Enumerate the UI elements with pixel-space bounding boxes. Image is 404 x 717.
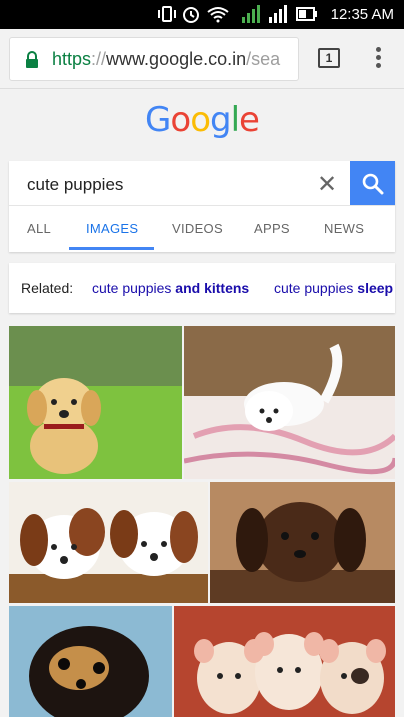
puppy-image xyxy=(9,326,182,479)
puppy-image xyxy=(174,606,395,717)
tab-apps[interactable]: APPS xyxy=(254,221,290,236)
image-result[interactable] xyxy=(184,326,395,479)
related-chip[interactable]: cute puppies sleep xyxy=(274,280,393,296)
lock-icon xyxy=(26,51,38,68)
related-searches: Related: cute puppies and kittens cute p… xyxy=(9,263,395,313)
image-result[interactable] xyxy=(210,482,395,603)
puppy-image xyxy=(9,606,172,717)
alarm-icon xyxy=(183,7,199,23)
url-text: https://www.google.co.in/sea xyxy=(52,49,280,70)
url-scheme: https xyxy=(52,49,92,69)
related-chip[interactable]: cute puppies and kittens xyxy=(92,280,249,296)
active-tab-indicator xyxy=(69,247,154,250)
status-bar: 12:35 AM xyxy=(0,0,404,29)
image-result[interactable] xyxy=(9,326,182,479)
signal-2-icon xyxy=(269,5,287,23)
image-result[interactable] xyxy=(9,606,172,717)
related-chip-text: cute puppies xyxy=(92,280,176,296)
tab-videos[interactable]: VIDEOS xyxy=(172,221,223,236)
vibrate-icon xyxy=(158,6,176,22)
google-logo: Google xyxy=(0,100,404,140)
tab-images[interactable]: IMAGES xyxy=(86,221,138,236)
puppy-image xyxy=(184,326,395,479)
signal-1-icon xyxy=(242,5,260,23)
tab-news[interactable]: NEWS xyxy=(324,221,364,236)
logo-letter: o xyxy=(190,100,211,140)
url-separator: :// xyxy=(91,49,107,69)
logo-letter: G xyxy=(145,100,171,140)
battery-icon xyxy=(296,7,317,21)
image-result[interactable] xyxy=(9,482,208,603)
search-icon xyxy=(362,173,384,195)
browser-toolbar: https://www.google.co.in/sea 1 xyxy=(0,29,404,89)
status-time: 12:35 AM xyxy=(330,6,394,23)
related-label: Related: xyxy=(21,280,74,296)
wifi-icon xyxy=(207,7,229,23)
logo-letter: e xyxy=(239,100,260,140)
logo-letter: g xyxy=(210,100,232,140)
clear-icon[interactable]: ✕ xyxy=(317,170,337,199)
related-chip-text: cute puppies xyxy=(274,280,358,296)
logo-letter: o xyxy=(170,100,191,140)
url-path: /sea xyxy=(246,49,281,69)
logo-letter: l xyxy=(230,100,241,140)
divider xyxy=(9,205,395,206)
related-chip-bold: and kittens xyxy=(175,280,250,296)
puppy-image xyxy=(210,482,395,603)
tab-switcher-button[interactable]: 1 xyxy=(318,48,340,68)
puppy-image xyxy=(9,482,208,603)
search-input[interactable]: cute puppies xyxy=(27,175,123,195)
search-card: cute puppies ✕ ALL IMAGES VIDEOS APPS NE… xyxy=(9,161,395,252)
search-button[interactable] xyxy=(350,161,395,205)
image-result[interactable] xyxy=(174,606,395,717)
tab-all[interactable]: ALL xyxy=(27,221,51,236)
related-chip-bold: sleep xyxy=(357,280,394,296)
overflow-menu-button[interactable] xyxy=(372,47,384,71)
address-bar[interactable]: https://www.google.co.in/sea xyxy=(9,37,299,81)
url-host: www.google.co.in xyxy=(106,49,247,69)
